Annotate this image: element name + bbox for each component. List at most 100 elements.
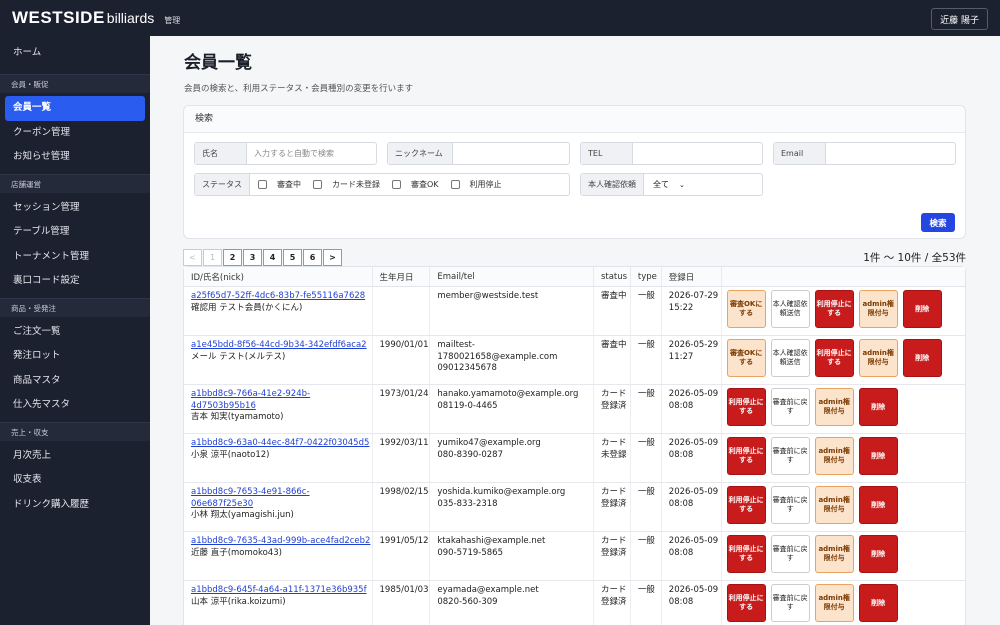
sidebar-item-home[interactable]: ホーム: [0, 36, 150, 70]
sidebar-item-orders[interactable]: ご注文一覧: [0, 320, 150, 345]
suspend-button[interactable]: 利用停止にする: [726, 388, 766, 426]
sidebar-item-notices[interactable]: お知らせ管理: [0, 145, 150, 170]
member-id-link[interactable]: a1bbd8c9-7635-43ad-999b-ace4fad2ceb2: [191, 536, 372, 548]
sidebar-item-products[interactable]: 商品マスタ: [0, 369, 150, 394]
delete-button[interactable]: 削除: [902, 290, 942, 328]
checkbox[interactable]: [450, 180, 460, 189]
member-type: 一般: [631, 336, 662, 384]
revert-review-button[interactable]: 審査前に戻す: [770, 388, 810, 426]
tel-label: TEL: [581, 143, 633, 164]
delete-button[interactable]: 削除: [902, 339, 942, 377]
grant-admin-button[interactable]: admin権限付与: [814, 486, 854, 524]
status-check-suspended[interactable]: 利用停止: [450, 179, 502, 190]
delete-button[interactable]: 削除: [858, 437, 898, 475]
sidebar-item-drink-history[interactable]: ドリンク購入履歴: [0, 493, 150, 518]
sidebar-section-title: 会員・販促: [0, 74, 150, 93]
sidebar-item-order-lots[interactable]: 発注ロット: [0, 344, 150, 369]
nickname-input[interactable]: [453, 143, 569, 164]
grant-admin-button[interactable]: admin権限付与: [814, 437, 854, 475]
send-verify-request-button[interactable]: 本人確認依頼送信: [770, 339, 810, 377]
member-id-link[interactable]: a1e45bdd-8f56-44cd-9b34-342efdf6aca2: [191, 340, 372, 352]
member-type: 一般: [631, 483, 662, 531]
revert-review-button[interactable]: 審査前に戻す: [770, 535, 810, 573]
sidebar-item-monthly-sales[interactable]: 月次売上: [0, 444, 150, 469]
member-name: 山本 涼平(rika.koizumi): [191, 596, 286, 607]
member-id-link[interactable]: a1bbd8c9-7653-4e91-866c-06e687f25e30: [191, 487, 372, 510]
user-menu-button[interactable]: 近藤 陽子: [931, 8, 988, 30]
sidebar-item-backdoor-code[interactable]: 裏口コード設定: [0, 269, 150, 294]
status-check-reviewing[interactable]: 審査中: [258, 179, 301, 190]
approve-button[interactable]: 審査OKにする: [726, 339, 766, 377]
nickname-field[interactable]: ニックネーム: [387, 142, 570, 165]
table-row: a1bbd8c9-645f-4a64-a11f-1371e36b935f 山本 涼…: [184, 581, 965, 625]
verify-request-select[interactable]: 本人確認依頼 全て ⌄: [580, 173, 763, 196]
suspend-button[interactable]: 利用停止にする: [814, 339, 854, 377]
grant-admin-button[interactable]: admin権限付与: [814, 388, 854, 426]
revert-review-button[interactable]: 審査前に戻す: [770, 486, 810, 524]
column-header-status: status: [594, 267, 631, 286]
registered-time: 08:08: [668, 449, 694, 460]
pager-page-5[interactable]: 5: [283, 249, 302, 266]
revert-review-button[interactable]: 審査前に戻す: [770, 437, 810, 475]
registered-time: 08:08: [668, 400, 694, 411]
email-input[interactable]: [826, 143, 955, 164]
tel-field[interactable]: TEL: [580, 142, 763, 165]
grant-admin-button[interactable]: admin権限付与: [814, 535, 854, 573]
suspend-button[interactable]: 利用停止にする: [726, 535, 766, 573]
registered-date: 2026-05-09: [668, 438, 719, 448]
name-input[interactable]: 入力すると自動で検索: [247, 143, 376, 164]
tel-input[interactable]: [633, 143, 762, 164]
search-heading: 検索: [184, 106, 965, 133]
sidebar-item-suppliers[interactable]: 仕入先マスタ: [0, 393, 150, 418]
member-id-link[interactable]: a25f65d7-52ff-4dc6-83b7-fe55116a7628: [191, 291, 372, 303]
suspend-button[interactable]: 利用停止にする: [726, 584, 766, 622]
pager-page-6[interactable]: 6: [303, 249, 322, 266]
checkbox[interactable]: [392, 180, 401, 189]
sidebar-section-title: 売上・収支: [0, 421, 150, 441]
delete-button[interactable]: 削除: [858, 388, 898, 426]
member-status: カード未登録: [594, 434, 631, 482]
pager-page-2[interactable]: 2: [223, 249, 242, 266]
status-check-no-card[interactable]: カード未登録: [313, 179, 380, 190]
delete-button[interactable]: 削除: [858, 584, 898, 622]
pager-page-3[interactable]: 3: [243, 249, 262, 266]
pager-page-1[interactable]: 1: [203, 249, 222, 266]
member-email: eyamada@example.net: [437, 585, 539, 595]
sidebar-item-members[interactable]: 会員一覧: [5, 96, 145, 121]
member-id-link[interactable]: a1bbd8c9-645f-4a64-a11f-1371e36b935f: [191, 585, 372, 597]
grant-admin-button[interactable]: admin権限付与: [858, 290, 898, 328]
delete-button[interactable]: 削除: [858, 535, 898, 573]
revert-review-button[interactable]: 審査前に戻す: [770, 584, 810, 622]
member-id-link[interactable]: a1bbd8c9-766a-41e2-924b-4d7503b95b16: [191, 389, 372, 412]
table-row: a1bbd8c9-7653-4e91-866c-06e687f25e30 小林 翔…: [184, 483, 965, 532]
sidebar-item-balance[interactable]: 収支表: [0, 468, 150, 493]
member-email: mailtest-1780021658@example.com: [437, 340, 558, 362]
approve-button[interactable]: 審査OKにする: [726, 290, 766, 328]
pager-page-4[interactable]: 4: [263, 249, 282, 266]
grant-admin-button[interactable]: admin権限付与: [858, 339, 898, 377]
logo-sub-text: billiards: [106, 10, 155, 26]
row-actions: 利用停止にする 審査前に戻す admin権限付与 削除: [722, 385, 965, 433]
status-check-approved[interactable]: 審査OK: [392, 179, 439, 190]
table-header: ID/氏名(nick) 生年月日 Email/tel status type 登…: [184, 267, 965, 287]
sidebar-item-coupons[interactable]: クーポン管理: [0, 121, 150, 146]
delete-button[interactable]: 削除: [858, 486, 898, 524]
suspend-button[interactable]: 利用停止にする: [726, 437, 766, 475]
sidebar-item-sessions[interactable]: セッション管理: [0, 196, 150, 221]
suspend-button[interactable]: 利用停止にする: [814, 290, 854, 328]
search-button[interactable]: 検索: [921, 213, 955, 232]
logo[interactable]: WESTSIDE billiards 管理: [12, 8, 180, 28]
suspend-button[interactable]: 利用停止にする: [726, 486, 766, 524]
member-id-link[interactable]: a1bbd8c9-63a0-44ec-84f7-0422f03045d5: [191, 438, 372, 450]
checkbox[interactable]: [258, 180, 267, 189]
pager-next-button[interactable]: >: [323, 249, 342, 266]
email-field[interactable]: Email: [773, 142, 956, 165]
send-verify-request-button[interactable]: 本人確認依頼送信: [770, 290, 810, 328]
sidebar-item-tables[interactable]: テーブル管理: [0, 220, 150, 245]
grant-admin-button[interactable]: admin権限付与: [814, 584, 854, 622]
checkbox[interactable]: [313, 180, 322, 189]
pager-prev-button[interactable]: <: [183, 249, 202, 266]
page-description: 会員の検索と、利用ステータス・会員種別の変更を行います: [184, 84, 414, 94]
name-field[interactable]: 氏名 入力すると自動で検索: [194, 142, 377, 165]
sidebar-item-tournaments[interactable]: トーナメント管理: [0, 245, 150, 270]
